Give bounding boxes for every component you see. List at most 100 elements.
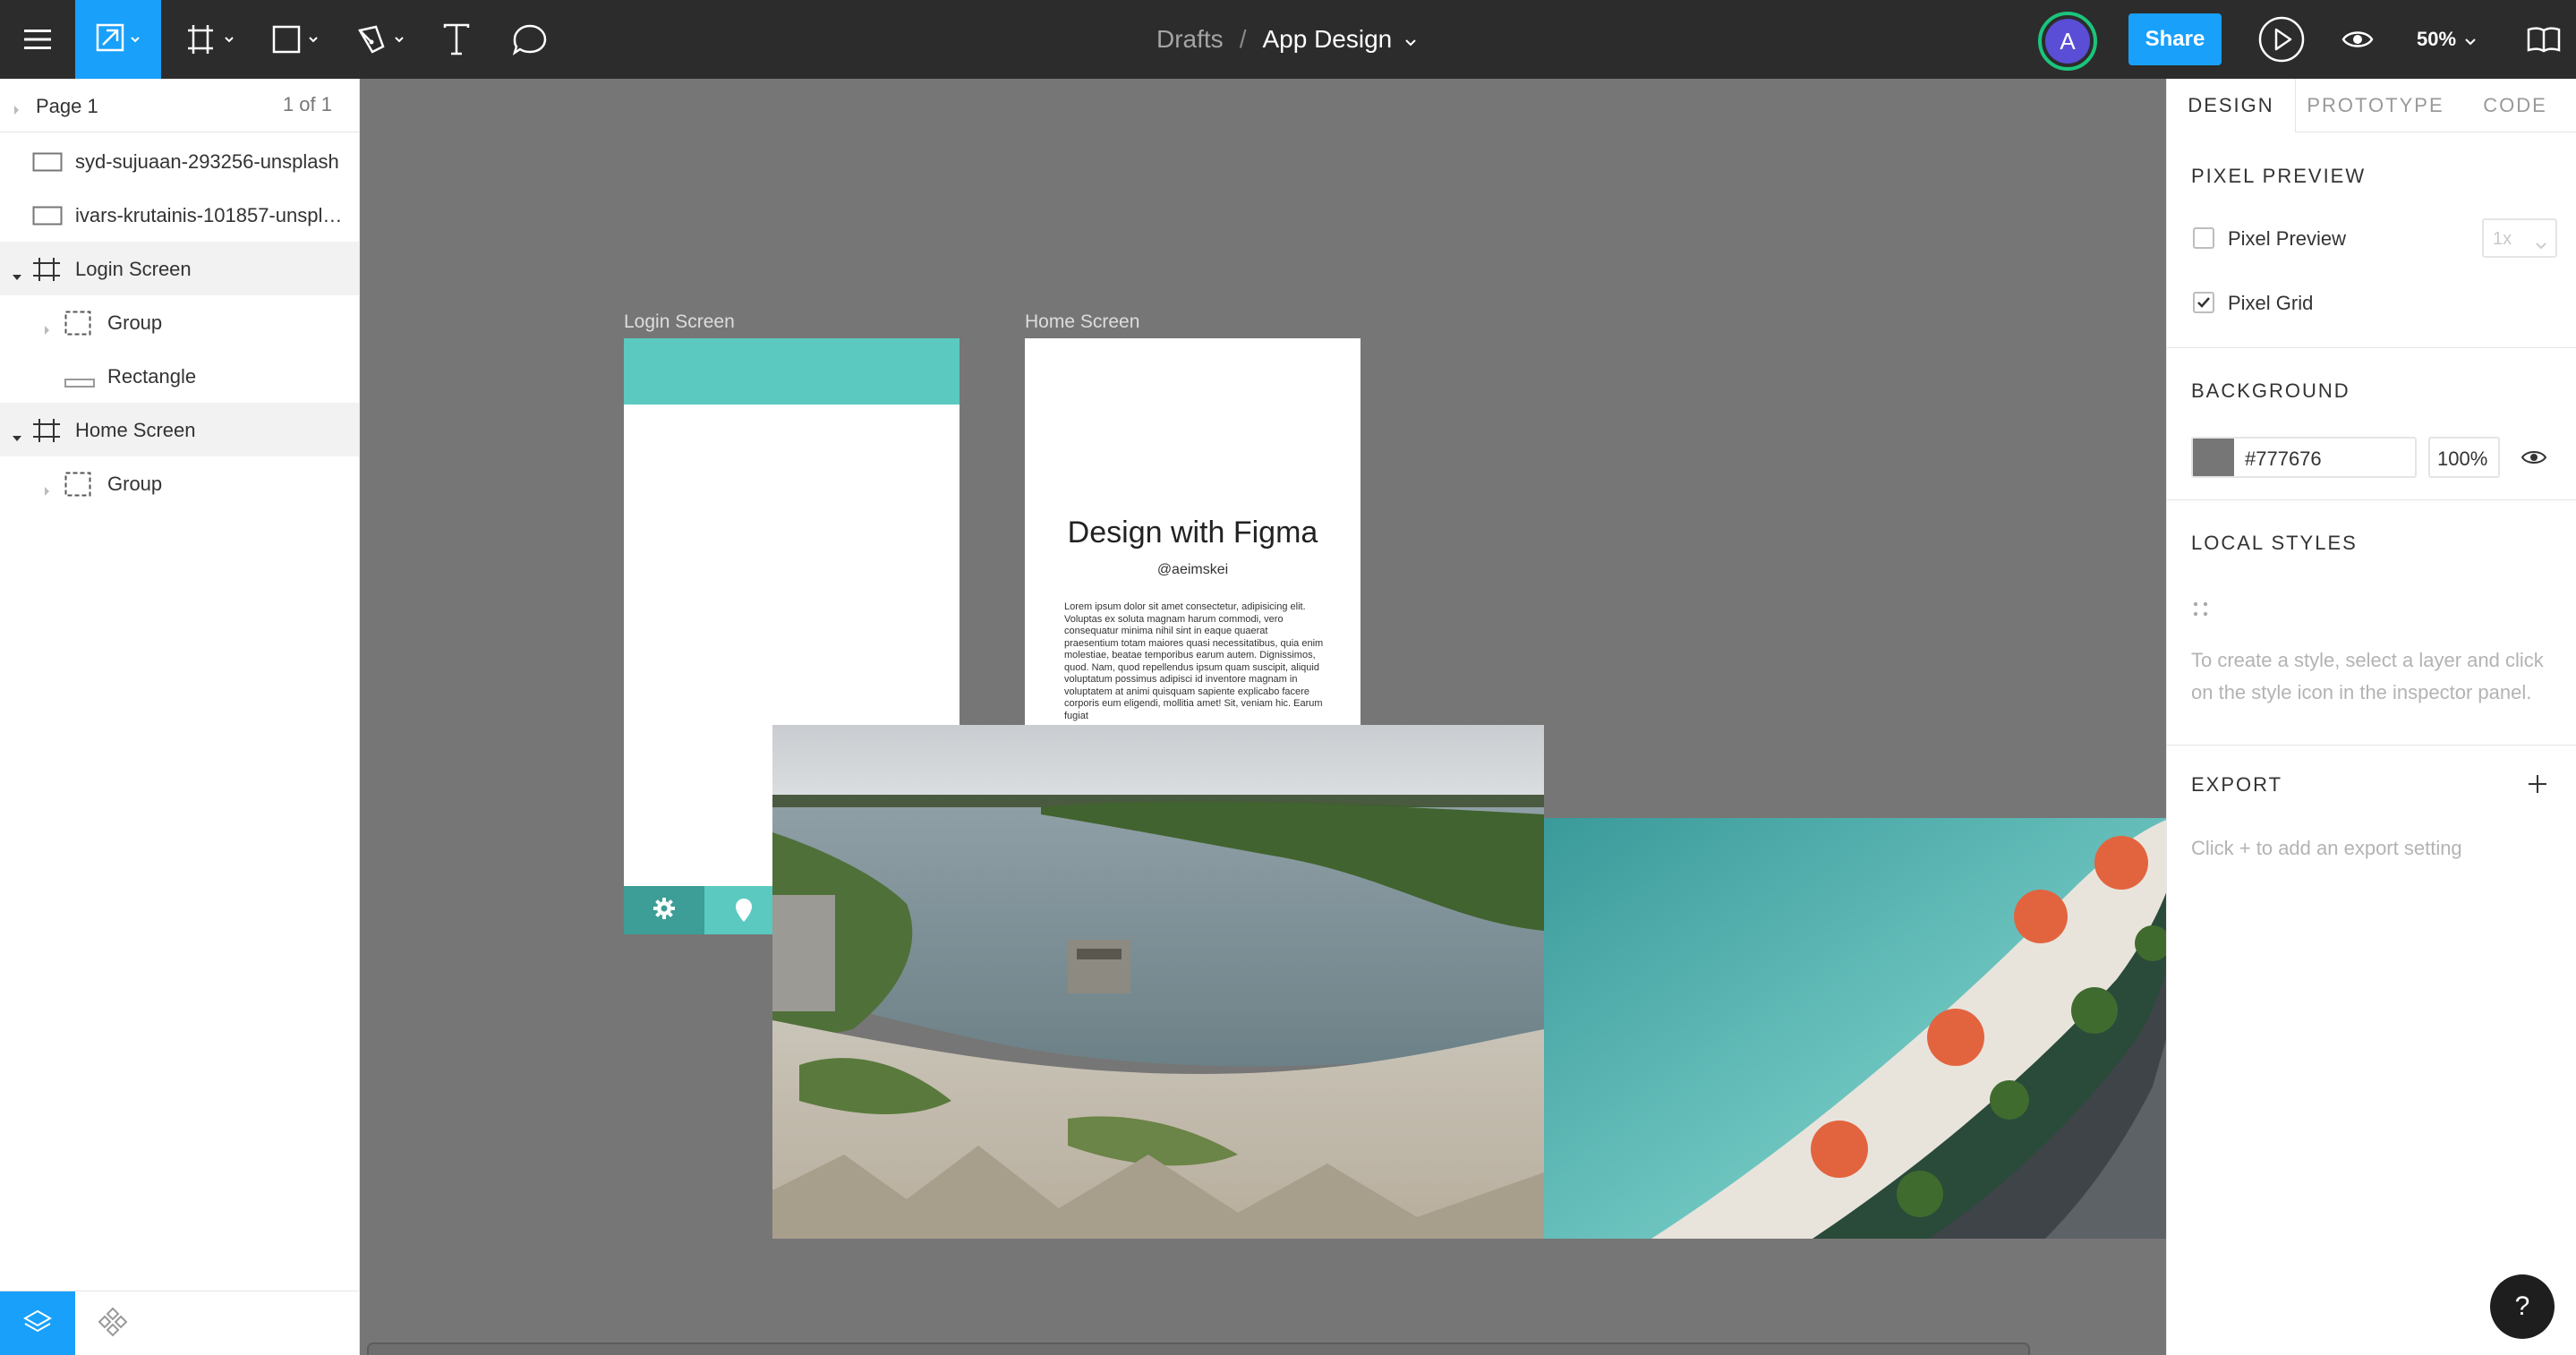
components-icon [97, 1306, 129, 1342]
image-layer-icon [32, 206, 63, 231]
tab-design[interactable]: DESIGN [2167, 79, 2296, 132]
tab-code[interactable]: CODE [2466, 79, 2564, 132]
caret-down-icon[interactable] [11, 425, 23, 448]
group-icon [64, 472, 91, 502]
move-tool-button[interactable] [75, 0, 161, 79]
layer-name: Group [107, 311, 163, 334]
pixel-preview-label: Pixel Preview [2228, 227, 2347, 250]
location-pin-icon [735, 898, 753, 927]
view-options-button[interactable] [2334, 0, 2381, 79]
layer-name: Home Screen [75, 419, 196, 441]
layer-row-frame[interactable]: Home Screen [0, 403, 359, 456]
section-divider [2167, 347, 2576, 348]
inspector-panel: DESIGN PROTOTYPE CODE PIXEL PREVIEW Pixe… [2166, 79, 2576, 1355]
canvas[interactable]: Login Screen Home Screen Design with Fig… [360, 79, 2166, 1355]
section-divider [2167, 499, 2576, 500]
help-button[interactable]: ? [2490, 1274, 2555, 1339]
checkmark-icon [2195, 297, 2213, 315]
frame-icon [32, 257, 61, 287]
text-tool-button[interactable] [430, 0, 483, 79]
pixel-grid-label: Pixel Grid [2228, 292, 2314, 314]
breadcrumb-project-link[interactable]: Drafts [1156, 25, 1224, 54]
lake-photo[interactable] [772, 725, 1544, 1239]
pixel-grid-checkbox[interactable] [2193, 292, 2214, 313]
caret-down-icon[interactable] [11, 264, 23, 287]
settings-tab [624, 886, 704, 934]
horizontal-scrollbar[interactable] [367, 1342, 2030, 1355]
book-icon [2527, 26, 2561, 53]
export-help-text: Click + to add an export setting [2191, 837, 2462, 859]
eye-icon [2341, 29, 2374, 50]
style-grid-icon [2193, 601, 2209, 622]
pen-tool-button[interactable] [345, 0, 417, 79]
rectangle-layer-icon [64, 371, 95, 394]
library-button[interactable] [2517, 0, 2571, 79]
breadcrumb-separator: / [1239, 25, 1247, 53]
layers-tab-button[interactable] [0, 1291, 75, 1355]
home-frame-title[interactable]: Home Screen [1025, 311, 1139, 333]
comment-tool-button[interactable] [503, 0, 557, 79]
move-arrow-icon [94, 21, 142, 57]
layer-row-frame[interactable]: Login Screen [0, 242, 359, 295]
pixel-scale-select[interactable]: 1x [2482, 218, 2557, 258]
pen-icon [353, 21, 410, 57]
user-avatar[interactable]: A [2038, 12, 2097, 71]
zoom-level: 50% [2417, 28, 2457, 50]
rectangle-icon [267, 21, 324, 57]
section-divider [2167, 745, 2576, 746]
layer-name: syd-sujuaan-293256-unsplash [75, 150, 339, 173]
pixel-preview-section-title: PIXEL PREVIEW [2191, 165, 2367, 187]
home-handle: @aeimskei [1156, 562, 1229, 577]
layer-name: Group [107, 473, 163, 495]
background-section-title: BACKGROUND [2191, 379, 2350, 402]
layer-name: Rectangle [107, 365, 197, 388]
main-menu-button[interactable] [0, 0, 75, 79]
hamburger-icon [24, 29, 51, 50]
share-button[interactable]: Share [2128, 13, 2222, 65]
home-screen-frame[interactable]: Design with Figma @aeimskei Lorem ipsum … [1025, 338, 1361, 725]
layer-name: Login Screen [75, 258, 192, 280]
panel-switcher [0, 1291, 359, 1355]
background-color-swatch[interactable] [2193, 439, 2234, 476]
caret-right-icon [13, 98, 21, 122]
local-styles-section-title: LOCAL STYLES [2191, 532, 2358, 554]
layer-row[interactable]: Rectangle [0, 349, 359, 403]
page-selector[interactable]: Page 1 1 of 1 [0, 79, 359, 132]
caret-right-icon[interactable] [43, 318, 52, 341]
chevron-down-icon [2536, 234, 2546, 255]
shape-tool-button[interactable] [260, 0, 331, 79]
components-tab-button[interactable] [75, 1291, 150, 1355]
zoom-menu[interactable]: 50% [2417, 0, 2476, 79]
page-count: 1 of 1 [282, 93, 332, 115]
chevron-down-icon [1404, 25, 1417, 54]
home-body-text: Lorem ipsum dolor sit amet consectetur, … [1064, 601, 1324, 721]
image-layer-icon [32, 152, 63, 177]
login-frame-title[interactable]: Login Screen [624, 311, 735, 333]
background-opacity-field[interactable]: 100% [2428, 437, 2500, 478]
plus-icon[interactable] [2527, 773, 2548, 799]
pixel-preview-checkbox[interactable] [2193, 227, 2214, 249]
layer-row[interactable]: Group [0, 456, 359, 510]
eye-icon[interactable] [2521, 447, 2547, 472]
text-icon [442, 23, 471, 55]
layer-row[interactable]: syd-sujuaan-293256-unsplash [0, 134, 359, 188]
layers-icon [22, 1308, 53, 1340]
comment-icon [512, 23, 548, 55]
tab-prototype[interactable]: PROTOTYPE [2298, 79, 2453, 132]
background-color-field[interactable]: #777676 [2191, 437, 2417, 478]
file-name-menu[interactable]: App Design [1262, 25, 1392, 54]
home-heading: Design with Figma [1067, 516, 1318, 550]
layer-row[interactable]: ivars-krutainis-101857-unspl… [0, 188, 359, 242]
local-styles-help-line-2: on the style icon in the inspector panel… [2191, 681, 2532, 703]
play-icon [2257, 15, 2306, 64]
present-button[interactable] [2254, 0, 2309, 79]
background-hex-value: #777676 [2245, 447, 2322, 470]
caret-right-icon[interactable] [43, 479, 52, 502]
frame-tool-button[interactable] [175, 0, 247, 79]
local-styles-help-line-1: To create a style, select a layer and cl… [2191, 649, 2544, 671]
layer-name: ivars-krutainis-101857-unspl… [75, 204, 343, 226]
beach-photo[interactable] [1544, 818, 2166, 1239]
avatar-initial: A [2045, 19, 2090, 64]
group-icon [64, 311, 91, 341]
layer-row[interactable]: Group [0, 295, 359, 349]
